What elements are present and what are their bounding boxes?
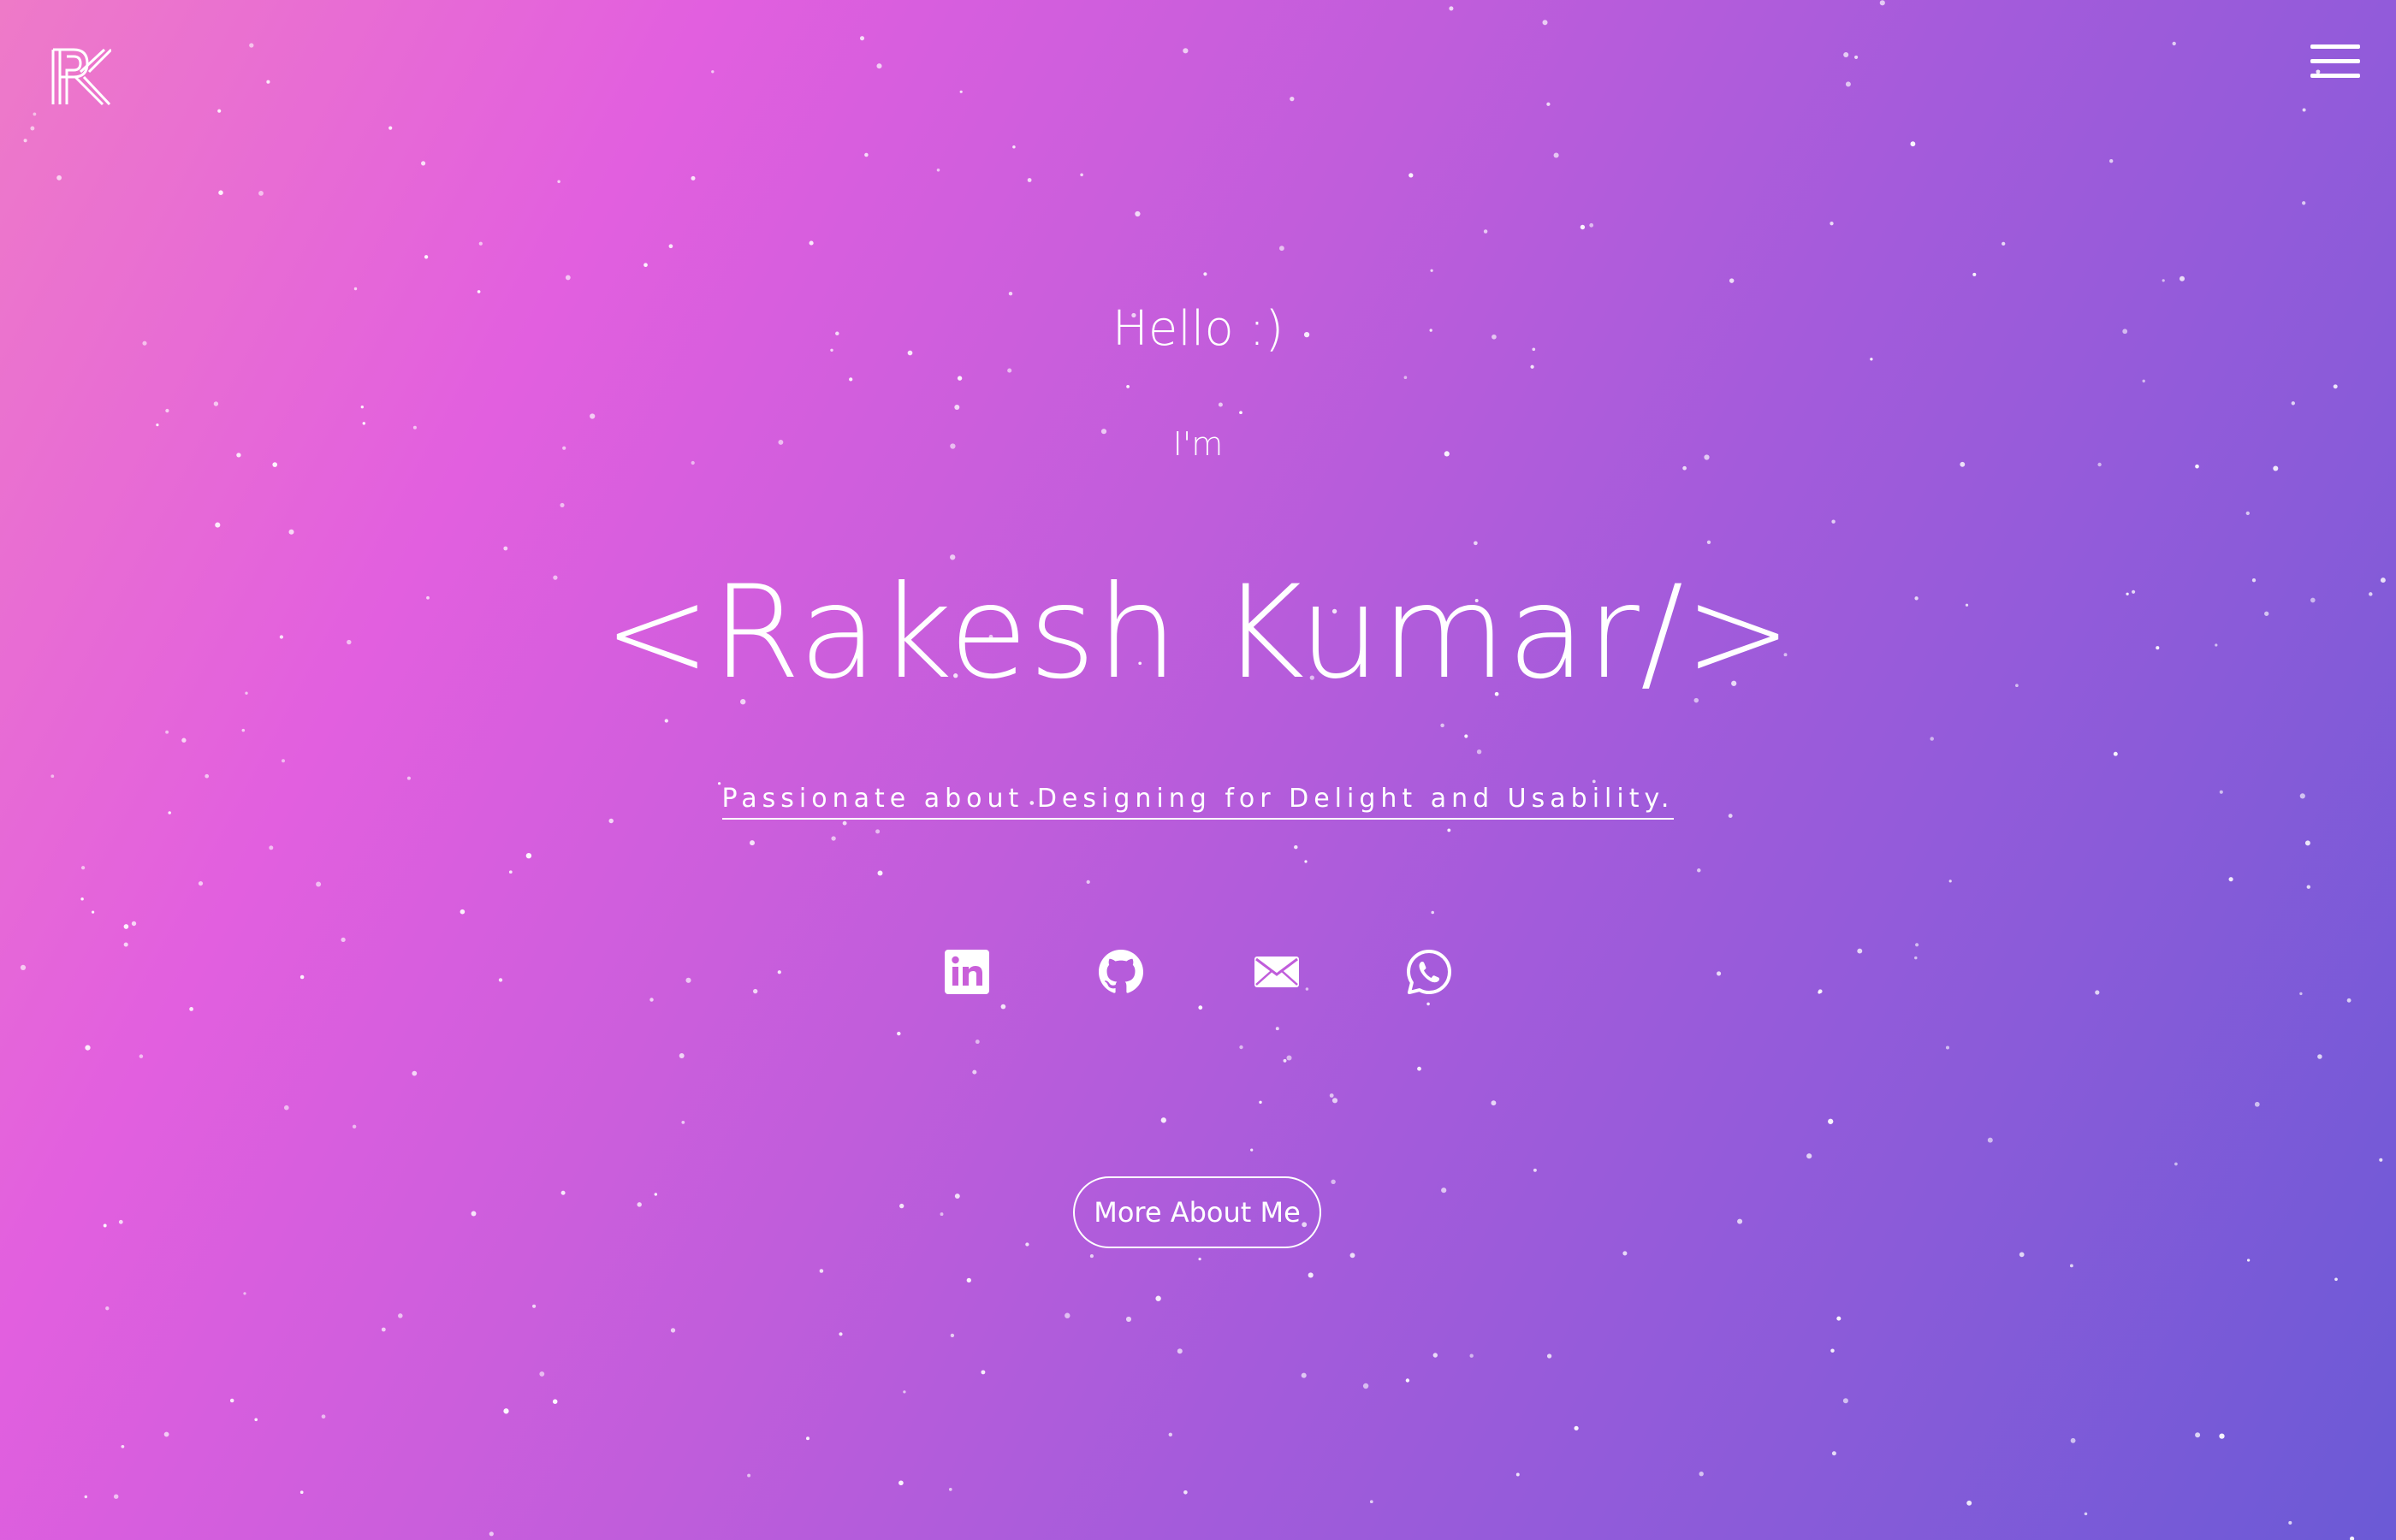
tagline-link[interactable]: Passionate about Designing for Delight a…: [721, 782, 1675, 820]
social-links: [941, 946, 1455, 998]
starfield-background: [20, 0, 2386, 1540]
more-about-me-button[interactable]: More About Me: [1073, 1176, 1321, 1248]
email-icon[interactable]: [1251, 946, 1302, 998]
greeting-text: Hello :): [1112, 301, 1284, 357]
intro-text: I'm: [1172, 425, 1224, 463]
name-heading: <Rakesh Kumar/>: [602, 559, 1794, 708]
hamburger-menu-icon[interactable]: [2307, 41, 2363, 84]
linkedin-icon[interactable]: [941, 946, 993, 998]
github-icon[interactable]: [1095, 946, 1147, 998]
tagline-container: Passionate about Designing for Delight a…: [0, 782, 2396, 820]
rk-logo-icon[interactable]: [50, 46, 113, 108]
whatsapp-icon[interactable]: [1403, 946, 1455, 998]
